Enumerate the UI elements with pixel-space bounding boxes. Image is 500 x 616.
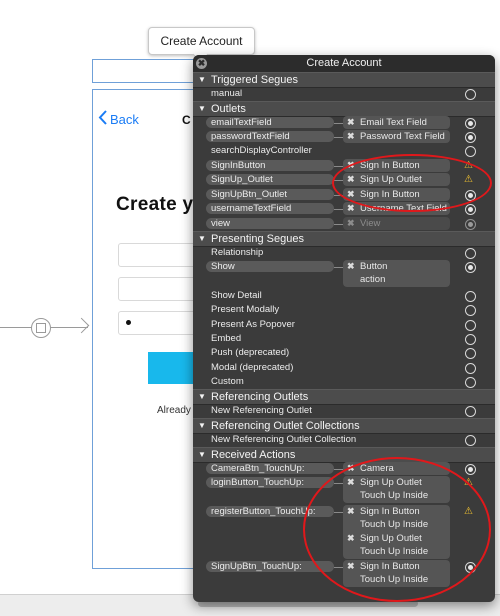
disclosure-triangle-icon: ▼ xyxy=(198,450,206,459)
disclosure-triangle-icon: ▼ xyxy=(198,392,206,401)
connection-circle-icon[interactable] xyxy=(465,406,476,417)
section-referencing-outlets[interactable]: ▼ Referencing Outlets xyxy=(193,389,495,405)
connection-circle-icon[interactable] xyxy=(465,248,476,259)
connection-circle-icon[interactable] xyxy=(465,219,476,230)
connection-circle-icon[interactable] xyxy=(465,89,476,100)
panel-title: Create Account xyxy=(193,55,495,73)
segue-row-show-detail[interactable]: Show Detail xyxy=(193,289,495,303)
segue-row-manual[interactable]: manual xyxy=(193,87,495,101)
connection-circle-icon[interactable] xyxy=(465,363,476,374)
new-referencing-outlet-row[interactable]: New Referencing Outlet xyxy=(193,404,495,418)
annotation-ring xyxy=(332,154,492,212)
connection-circle-icon[interactable] xyxy=(465,464,476,475)
segue-row-modal[interactable]: Modal (deprecated) xyxy=(193,361,495,375)
disclosure-triangle-icon: ▼ xyxy=(198,75,206,84)
back-button-label: Back xyxy=(110,111,139,127)
section-referencing-outlet-collections[interactable]: ▼ Referencing Outlet Collections xyxy=(193,418,495,434)
disclosure-triangle-icon: ▼ xyxy=(198,104,206,113)
disconnect-icon[interactable]: ✖ xyxy=(347,260,355,273)
segue-row-push[interactable]: Push (deprecated) xyxy=(193,346,495,360)
connection-circle-icon[interactable] xyxy=(465,348,476,359)
connection-circle-icon[interactable] xyxy=(465,291,476,302)
disconnect-icon[interactable]: ✖ xyxy=(347,116,355,129)
section-triggered-segues[interactable]: ▼ Triggered Segues xyxy=(193,72,495,88)
nav-title: C xyxy=(182,113,191,127)
chevron-left-icon xyxy=(98,110,107,128)
outlet-row-passwordTextField[interactable]: passwordTextField ✖ Password Text Field xyxy=(193,130,495,144)
segue-arrow-icon xyxy=(73,317,90,334)
annotation-ring xyxy=(303,457,491,602)
disconnect-icon[interactable]: ✖ xyxy=(347,202,355,215)
connection-circle-icon[interactable] xyxy=(465,262,476,273)
page-title: Create y xyxy=(116,194,194,215)
segue-row-present-as-popover[interactable]: Present As Popover xyxy=(193,318,495,332)
disclosure-triangle-icon: ▼ xyxy=(198,234,206,243)
section-received-actions[interactable]: ▼ Received Actions xyxy=(193,447,495,463)
connection-circle-icon[interactable] xyxy=(465,377,476,388)
segue-row-relationship[interactable]: Relationship xyxy=(193,246,495,260)
new-referencing-outlet-collection-row[interactable]: New Referencing Outlet Collection xyxy=(193,433,495,447)
connection-circle-icon[interactable] xyxy=(465,118,476,129)
connection-circle-icon[interactable] xyxy=(465,204,476,215)
outlet-target[interactable]: ✖ Email Text Field xyxy=(343,116,450,129)
outlet-target[interactable]: ✖ View xyxy=(343,217,450,230)
connection-circle-icon[interactable] xyxy=(465,334,476,345)
segue-target[interactable]: ✖ Button action xyxy=(343,260,450,287)
connection-circle-icon[interactable] xyxy=(465,435,476,446)
already-have-account-text: Already xyxy=(157,405,191,416)
segue-row-present-modally[interactable]: Present Modally xyxy=(193,303,495,317)
connection-circle-icon[interactable] xyxy=(465,132,476,143)
password-dot xyxy=(126,320,131,325)
close-icon[interactable]: ✖ xyxy=(196,58,207,69)
section-outlets[interactable]: ▼ Outlets xyxy=(193,101,495,117)
outlet-row-view[interactable]: view ✖ View xyxy=(193,217,495,231)
outlet-row-searchDisplayController[interactable]: searchDisplayController xyxy=(193,144,495,158)
segue-row-show[interactable]: Show ✖ Button action xyxy=(193,260,495,288)
segue-row-custom[interactable]: Custom xyxy=(193,375,495,389)
disconnect-icon[interactable]: ✖ xyxy=(347,130,355,143)
outlet-target[interactable]: ✖ Password Text Field xyxy=(343,130,450,143)
back-button[interactable]: Back xyxy=(98,110,139,128)
connection-circle-icon[interactable] xyxy=(465,146,476,157)
segue-row-embed[interactable]: Embed xyxy=(193,332,495,346)
scene-title-tooltip: Create Account xyxy=(148,27,255,55)
connection-circle-icon[interactable] xyxy=(465,305,476,316)
disclosure-triangle-icon: ▼ xyxy=(198,421,206,430)
outlet-row-emailTextField[interactable]: emailTextField ✖ Email Text Field xyxy=(193,116,495,130)
segue-icon[interactable] xyxy=(31,318,51,338)
section-presenting-segues[interactable]: ▼ Presenting Segues xyxy=(193,231,495,247)
connection-circle-icon[interactable] xyxy=(465,320,476,331)
disconnect-icon[interactable]: ✖ xyxy=(347,217,355,230)
segue-line xyxy=(0,327,32,328)
